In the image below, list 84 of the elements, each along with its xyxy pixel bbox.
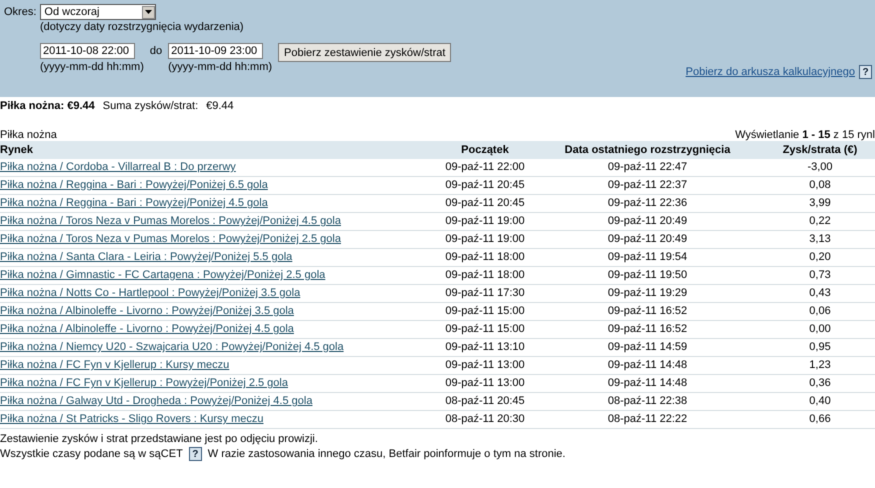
- table-cell: 09-paź-11 19:00: [445, 233, 525, 245]
- date-format-hint: (yyyy-mm-dd hh:mm): [40, 61, 144, 73]
- table-cell: 0,20: [809, 251, 831, 263]
- sum-value: €9.44: [206, 100, 234, 112]
- market-link[interactable]: Piłka nożna / Galway Utd - Drogheda : Powyżej/Poniżej 4.5 gola: [0, 395, 312, 407]
- period-note: (dotyczy daty rozstrzygnięcia wydarzenia): [40, 21, 245, 33]
- table-cell: -3,00: [807, 161, 833, 173]
- table-cell: 0,08: [809, 179, 831, 191]
- market-link[interactable]: Piłka nożna / Santa Clara - Leiria : Powyżej/Poniżej 5.5 gola: [0, 251, 292, 263]
- table-cell: 09-paź-11 15:00: [445, 323, 525, 335]
- market-link[interactable]: Piłka nożna / Cordoba - Villarreal B : Do przerwy: [0, 161, 236, 173]
- table-cell: 09-paź-11 17:30: [445, 287, 525, 299]
- column-header: Rynek: [0, 141, 440, 159]
- table-cell: 09-paź-11 19:29: [608, 287, 688, 299]
- table-cell: 09-paź-11 20:45: [445, 179, 525, 191]
- sum-label: Suma zysków/strat:: [102, 100, 198, 112]
- table-cell: 09-paź-11 22:00: [445, 161, 525, 173]
- sport-total: Piłka nożna: €9.44: [0, 100, 95, 112]
- market-link[interactable]: Piłka nożna / Notts Co - Hartlepool : Powyżej/Poniżej 3.5 gola: [0, 287, 300, 299]
- table-cell: 0,22: [809, 215, 831, 227]
- table-cell: 0,36: [809, 377, 831, 389]
- market-link[interactable]: Piłka nożna / Reggina - Bari : Powyżej/Poniżej 4.5 gola: [0, 197, 268, 209]
- table-cell: 09-paź-11 13:10: [445, 341, 525, 353]
- table-cell: 0,00: [809, 323, 831, 335]
- paging-info: Wyświetlanie 1 - 15 z 15 rynl: [735, 129, 875, 141]
- table-cell: 09-paź-11 13:00: [445, 359, 525, 371]
- table-cell: 09-paź-11 22:47: [608, 161, 688, 173]
- from-date-field[interactable]: 2011-10-08 22:00: [40, 43, 135, 59]
- table-cell: 1,23: [809, 359, 831, 371]
- table-cell: 09-paź-11 16:52: [608, 305, 688, 317]
- table-cell: 0,43: [809, 287, 831, 299]
- period-label: Okres:: [4, 6, 36, 18]
- help-button[interactable]: ?: [859, 65, 872, 79]
- table-cell: 09-paź-11 14:48: [608, 359, 688, 371]
- column-header: Początek: [440, 141, 530, 159]
- export-link[interactable]: Pobierz do arkusza kalkulacyjnego: [686, 66, 855, 78]
- date-format-hint: (yyyy-mm-dd hh:mm): [168, 61, 272, 73]
- table-cell: 3,99: [809, 197, 831, 209]
- market-link[interactable]: Piłka nożna / St Patricks - Sligo Rovers : Kursy meczu: [0, 413, 264, 425]
- timezone-info: W razie zastosowania innego czasu, Betfair poinformuje o tym na stronie.: [208, 448, 566, 460]
- market-link[interactable]: Piłka nożna / Gimnastic - FC Cartagena : Powyżej/Poniżej 2.5 gola: [0, 269, 326, 281]
- table-cell: 3,13: [809, 233, 831, 245]
- table-cell: 09-paź-11 14:48: [608, 377, 688, 389]
- table-cell: 08-paź-11 20:45: [445, 395, 525, 407]
- market-link[interactable]: Piłka nożna / Niemcy U20 - Szwajcaria U20 : Powyżej/Poniżej 4.5 gola: [0, 341, 344, 353]
- table-cell: 09-paź-11 20:49: [608, 215, 688, 227]
- table-cell: 09-paź-11 20:49: [608, 233, 688, 245]
- timezone-note: Wszystkie czasy podane są w sąCET: [0, 448, 183, 460]
- table-cell: 0,95: [809, 341, 831, 353]
- table-cell: 09-paź-11 22:37: [608, 179, 688, 191]
- table-cell: 09-paź-11 18:00: [445, 269, 525, 281]
- table-cell: 08-paź-11 20:30: [445, 413, 525, 425]
- commission-note: Zestawienie zysków i strat przedstawiane jest po odjęciu prowizji.: [0, 433, 319, 445]
- market-link[interactable]: Piłka nożna / FC Fyn v Kjellerup : Powyżej/Poniżej 2.5 gola: [0, 377, 288, 389]
- to-date-field[interactable]: 2011-10-09 23:00: [168, 43, 264, 59]
- table-cell: 09-paź-11 19:00: [445, 215, 525, 227]
- table-cell: 09-paź-11 20:45: [445, 197, 525, 209]
- table-cell: 09-paź-11 19:50: [608, 269, 688, 281]
- table-cell: 09-paź-11 16:52: [608, 323, 688, 335]
- table-cell: 09-paź-11 14:59: [608, 341, 688, 353]
- table-cell: 09-paź-11 15:00: [445, 305, 525, 317]
- table-cell: 0,73: [809, 269, 831, 281]
- help-button[interactable]: ?: [188, 447, 202, 461]
- table-cell: 0,40: [809, 395, 831, 407]
- section-title: Piłka nożna: [0, 129, 57, 141]
- market-link[interactable]: Piłka nożna / Reggina - Bari : Powyżej/Poniżej 6.5 gola: [0, 179, 268, 191]
- table-cell: 09-paź-11 18:00: [445, 251, 525, 263]
- table-cell: 09-paź-11 13:00: [445, 377, 525, 389]
- table-cell: 08-paź-11 22:22: [608, 413, 688, 425]
- market-link[interactable]: Piłka nożna / Toros Neza v Pumas Morelos : Powyżej/Poniżej 4.5 gola: [0, 215, 341, 227]
- market-link[interactable]: Piłka nożna / Albinoleffe - Livorno : Powyżej/Poniżej 4.5 gola: [0, 323, 294, 335]
- table-cell: 09-paź-11 22:36: [608, 197, 688, 209]
- market-link[interactable]: Piłka nożna / FC Fyn v Kjellerup : Kursy meczu: [0, 359, 230, 371]
- table-cell: 08-paź-11 22:38: [608, 395, 688, 407]
- table-cell: 0,06: [809, 305, 831, 317]
- to-label: do: [150, 45, 162, 57]
- table-cell: 09-paź-11 19:54: [608, 251, 688, 263]
- period-dropdown[interactable]: Od wczoraj: [40, 4, 156, 20]
- get-report-button[interactable]: Pobierz zestawienie zysków/strat: [278, 43, 452, 62]
- column-header: Zysk/strata (€): [765, 141, 875, 159]
- market-link[interactable]: Piłka nożna / Albinoleffe - Livorno : Powyżej/Poniżej 3.5 gola: [0, 305, 294, 317]
- column-header: Data ostatniego rozstrzygnięcia: [530, 141, 765, 159]
- table-cell: 0,66: [809, 413, 831, 425]
- market-link[interactable]: Piłka nożna / Toros Neza v Pumas Morelos : Powyżej/Poniżej 2.5 gola: [0, 233, 341, 245]
